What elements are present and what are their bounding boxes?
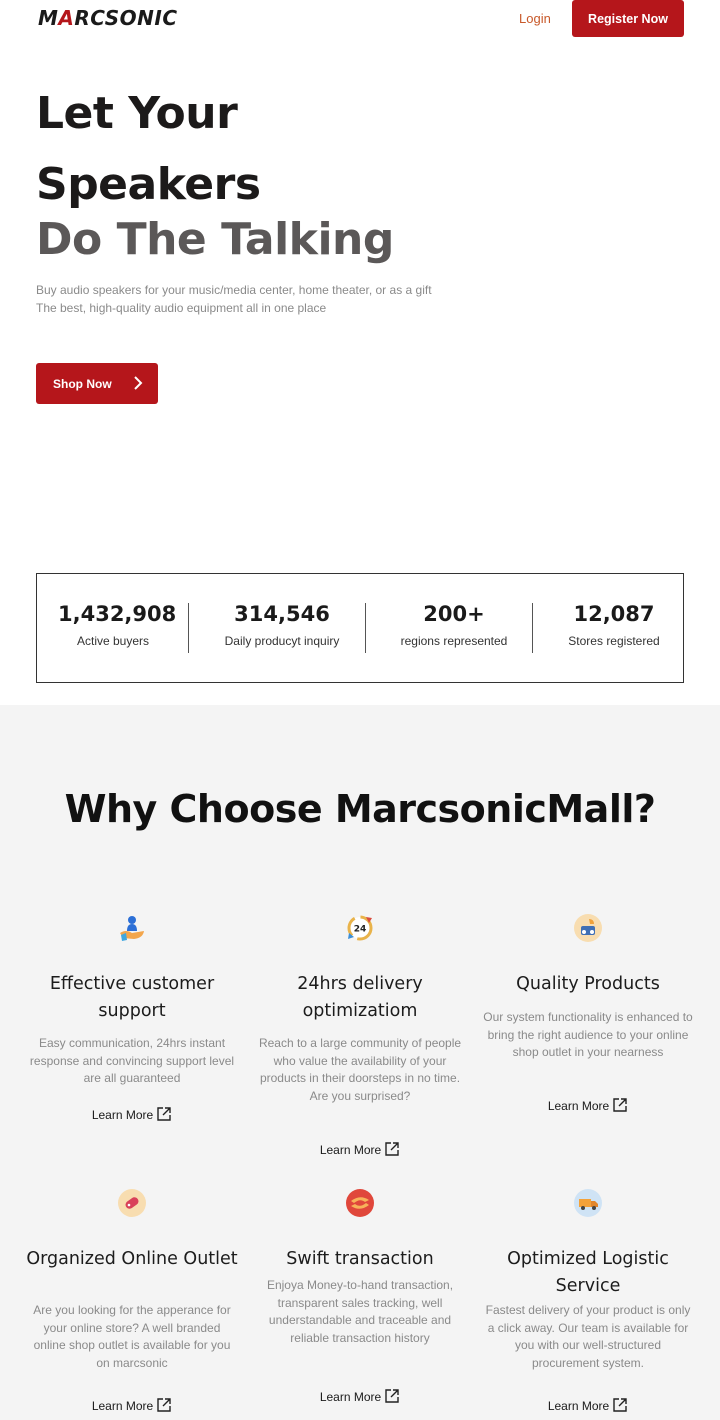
hero-heading-line-3: Do The Talking: [36, 214, 394, 265]
external-link-icon: [613, 1098, 627, 1112]
learn-more-link[interactable]: Learn More: [488, 1397, 688, 1413]
learn-more-label: Learn More: [91, 1399, 154, 1413]
register-now-button[interactable]: Register Now: [572, 0, 684, 37]
feature-description: Are you looking for the apperance for yo…: [33, 1303, 231, 1370]
feature-card-swift-transaction: Swift transaction Enjoya Money-to-hand t…: [260, 1188, 460, 1408]
stat-stores: 12,087 Stores registered: [554, 602, 674, 648]
feature-title: Organized Online Outlet: [26, 1249, 238, 1269]
learn-more-label: Learn More: [547, 1099, 610, 1113]
learn-more-label: Learn More: [91, 1108, 154, 1122]
feature-description: Reach to a large community of people who…: [258, 1036, 462, 1103]
feature-title: Optimized Logistic Service: [507, 1249, 669, 1296]
learn-more-label: Learn More: [319, 1390, 382, 1404]
marcsonic-logo[interactable]: MARCSONIC: [38, 6, 178, 30]
stat-divider: [188, 603, 189, 653]
feature-title: Effective customer support: [49, 974, 215, 1021]
feature-description: Enjoya Money-to-hand transaction, transp…: [266, 1278, 454, 1345]
svg-text:24: 24: [354, 925, 367, 935]
stat-label: Stores registered: [568, 634, 660, 648]
feature-description: Easy communication, 24hrs instant respon…: [29, 1036, 235, 1085]
learn-more-link[interactable]: Learn More: [32, 1106, 232, 1122]
external-link-icon: [385, 1389, 399, 1403]
feature-description: Our system functionality is enhanced to …: [483, 1010, 693, 1059]
feature-card-logistic-service: Optimized Logistic Service Fastest deliv…: [486, 1188, 690, 1413]
feature-title: 24hrs delivery optimizatiom: [297, 974, 423, 1021]
why-choose-section: Why Choose MarcsonicMall? Effective cust…: [0, 705, 720, 1420]
stat-active-buyers: 1,432,908 Active buyers: [58, 602, 177, 648]
login-link[interactable]: Login: [519, 11, 551, 26]
feature-card-24hrs-delivery: 24 24hrs delivery optimizatiom Reach to …: [259, 913, 461, 1163]
external-link-icon: [157, 1107, 171, 1121]
stat-value: 314,546: [234, 602, 330, 626]
customer-support-icon: [120, 916, 144, 941]
feature-title: Quality Products: [516, 974, 660, 994]
stats-panel: 1,432,908 Active buyers 314,546 Daily pr…: [36, 573, 684, 683]
feature-description: Fastest delivery of your product is only…: [485, 1303, 691, 1370]
learn-more-link[interactable]: Learn More: [32, 1397, 232, 1413]
stat-daily-inquiry: 314,546 Daily producyt inquiry: [212, 602, 352, 648]
feature-card-online-outlet: Organized Online Outlet Are you looking …: [26, 1188, 238, 1413]
site-header: MARCSONIC Login Register Now: [0, 0, 720, 40]
stat-divider: [532, 603, 533, 653]
external-link-icon: [157, 1398, 171, 1412]
feature-card-customer-support: Effective customer support Easy communic…: [30, 913, 234, 1133]
feature-card-quality-products: Quality Products Our system functionalit…: [483, 913, 693, 1123]
hero-description: Buy audio speakers for your music/media …: [36, 282, 436, 317]
external-link-icon: [385, 1142, 399, 1156]
stat-label: regions represented: [400, 634, 508, 648]
hero-heading-line-1: Let Your: [36, 88, 238, 139]
stat-value: 200+: [423, 602, 485, 626]
online-outlet-icon: [118, 1189, 146, 1217]
learn-more-label: Learn More: [319, 1143, 382, 1157]
stat-regions: 200+ regions represented: [387, 602, 521, 648]
delivery-truck-icon: [574, 1189, 602, 1217]
hero-description-line-1: Buy audio speakers for your music/media …: [36, 283, 432, 297]
stat-label: Daily producyt inquiry: [224, 634, 340, 648]
stat-label: Active buyers: [76, 634, 150, 648]
shop-now-label: Shop Now: [53, 376, 112, 391]
feature-title: Swift transaction: [286, 1249, 434, 1269]
swift-transaction-icon: [346, 1189, 374, 1217]
24hrs-icon: 24: [347, 915, 373, 941]
stat-divider: [365, 603, 366, 653]
shop-now-button[interactable]: Shop Now: [36, 363, 158, 404]
quality-products-icon: [574, 914, 602, 942]
chevron-right-icon: [134, 376, 143, 390]
hero-heading-line-2: Speakers: [36, 159, 261, 210]
external-link-icon: [613, 1398, 627, 1412]
stat-value: 12,087: [573, 602, 655, 626]
learn-more-link[interactable]: Learn More: [260, 1141, 460, 1157]
learn-more-link[interactable]: Learn More: [488, 1097, 688, 1113]
section-title: Why Choose MarcsonicMall?: [64, 787, 656, 831]
learn-more-link[interactable]: Learn More: [260, 1388, 460, 1404]
learn-more-label: Learn More: [547, 1399, 610, 1413]
stat-value: 1,432,908: [58, 602, 177, 626]
hero-description-line-2: The best, high-quality audio equipment a…: [36, 300, 327, 315]
